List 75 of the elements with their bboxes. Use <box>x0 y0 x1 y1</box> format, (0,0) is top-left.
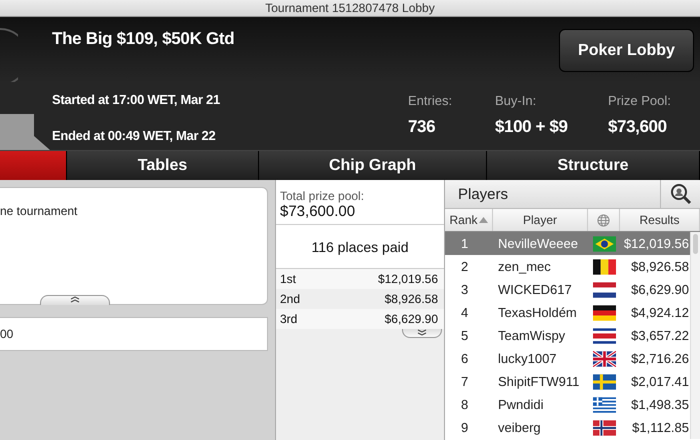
rank-cell-text: 8 <box>460 397 470 412</box>
flag-icon <box>592 282 616 298</box>
search-icon <box>670 183 692 205</box>
prize-amount: $6,629.90 <box>384 312 438 326</box>
prize-place: 2nd <box>280 292 300 306</box>
flag-icon <box>592 420 616 436</box>
flag-icon <box>592 258 616 274</box>
poker-lobby-button[interactable]: Poker Lobby <box>559 29 694 72</box>
players-title: Players <box>457 186 510 202</box>
scrollbar[interactable] <box>690 232 700 439</box>
sort-up-icon <box>478 217 488 223</box>
rank-cell-text: 3 <box>460 282 470 297</box>
stat-value: $73,600 <box>608 117 668 137</box>
flap-shape <box>0 114 50 150</box>
result-cell-text: $3,657.22 <box>630 328 690 343</box>
result-cell-text: $2,716.26 <box>630 351 690 366</box>
player-row[interactable]: 1 NevilleWeeee $12,019.56 <box>445 232 690 255</box>
column-header[interactable]: Player <box>493 209 588 231</box>
double-chevron-up-icon <box>70 296 80 303</box>
result-cell-text: $1,112.85 <box>631 420 690 435</box>
tournament-name: The Big $109, $50K Gtd <box>52 29 234 49</box>
result-cell-text: $4,924.12 <box>630 305 690 320</box>
column-header[interactable]: Results <box>620 209 700 231</box>
tab[interactable]: Chip Graph <box>259 151 487 180</box>
player-name: ShipitFTW911 <box>497 374 580 389</box>
flag-icon <box>592 328 616 344</box>
globe-icon <box>597 214 610 226</box>
start-time: Started at 17:00 WET, Mar 21 <box>52 92 221 107</box>
rank-cell-text: 1 <box>460 236 470 251</box>
result-cell-text: $2,017.41 <box>630 374 690 389</box>
prize-place: 1st <box>280 272 296 286</box>
result-cell-text: $8,926.58 <box>630 259 690 274</box>
window-title: Tournament 1512807478 Lobby <box>265 1 435 15</box>
player-name: Pwndidi <box>497 397 545 412</box>
flag-icon <box>592 350 616 366</box>
rank-cell-text: 7 <box>460 374 470 389</box>
column-header[interactable]: Rank <box>445 209 493 231</box>
player-name: NevilleWeeee <box>497 236 579 251</box>
prize-amount: $12,019.56 <box>378 272 438 286</box>
double-chevron-down-icon <box>417 329 427 336</box>
flag-icon <box>592 304 616 320</box>
result-cell-text: $12,019.56 <box>622 236 690 251</box>
player-name: TeamWispy <box>497 328 566 343</box>
flag-icon <box>592 396 616 412</box>
info-text: ne tournament <box>0 204 78 218</box>
player-name: TexasHoldém <box>497 305 578 320</box>
places-paid: 116 places paid <box>276 225 444 269</box>
expand-handle[interactable] <box>402 329 442 338</box>
player-name: lucky1007 <box>497 351 558 366</box>
tab[interactable]: Tables <box>67 151 259 180</box>
player-name: WICKED617 <box>497 282 573 297</box>
prize-amount: $8,926.58 <box>384 292 438 306</box>
stat-value: 736 <box>408 117 436 137</box>
total-prize-label: Total prize pool: <box>280 189 366 203</box>
stat-label: Prize Pool: <box>608 93 672 108</box>
player-name: veiberg <box>497 420 542 435</box>
total-prize-value: $73,600.00 <box>280 203 356 220</box>
stat-label: Buy-In: <box>495 93 538 108</box>
info-field: 00 <box>0 317 268 351</box>
rank-cell-text: 9 <box>460 420 470 435</box>
rank-cell-text: 6 <box>460 351 470 366</box>
rank-cell-text: 4 <box>460 305 470 320</box>
flag-icon <box>592 374 616 390</box>
rank-cell-text: 2 <box>460 259 470 274</box>
tab[interactable]: Structure <box>487 151 700 180</box>
end-time: Ended at 00:49 WET, Mar 22 <box>52 128 216 143</box>
stat-label: Entries: <box>408 93 454 108</box>
prize-place: 3rd <box>280 312 298 326</box>
flag-icon <box>592 236 616 252</box>
player-name: zen_mec <box>497 259 552 274</box>
result-cell-text: $6,629.90 <box>630 282 690 297</box>
stat-value: $100 + $9 <box>495 117 569 137</box>
rank-cell-text: 5 <box>460 328 470 343</box>
collapse-handle[interactable] <box>40 295 110 305</box>
result-cell-text: $1,498.35 <box>630 397 690 412</box>
